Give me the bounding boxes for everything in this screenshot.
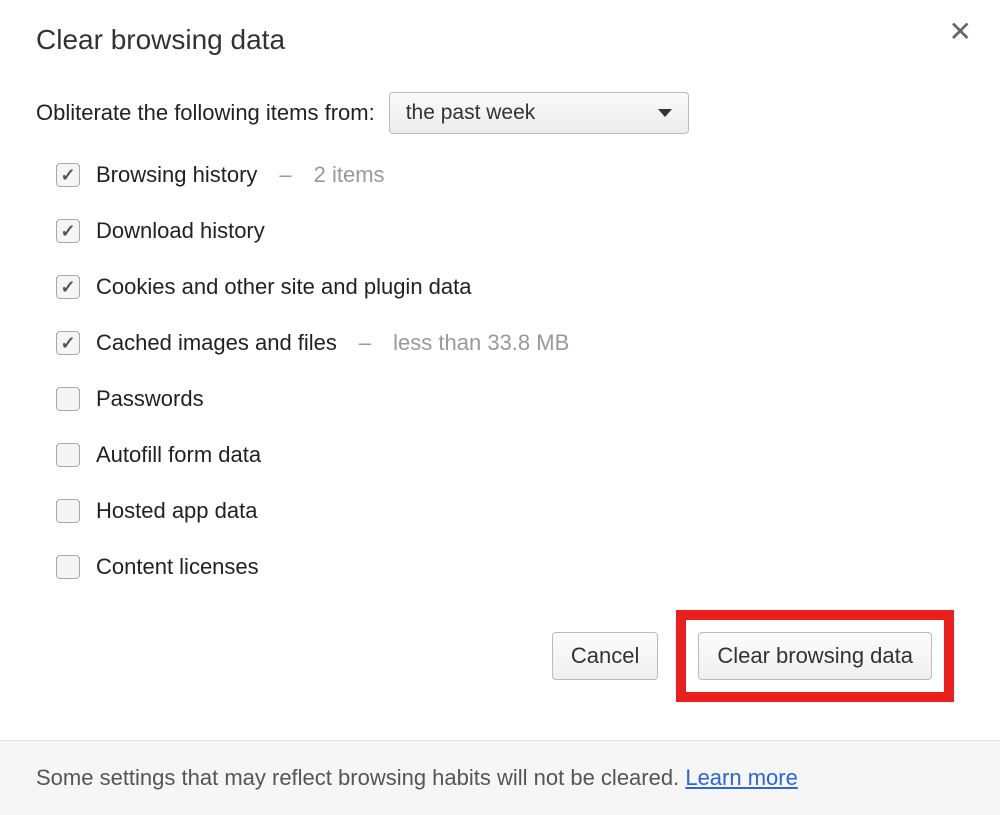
dropdown-value: the past week xyxy=(406,101,536,125)
clear-browsing-data-dialog: Clear browsing data ✕ Obliterate the fol… xyxy=(0,0,1000,702)
dialog-footer: Some settings that may reflect browsing … xyxy=(0,740,1000,815)
option-label: Browsing history xyxy=(96,162,257,188)
learn-more-link[interactable]: Learn more xyxy=(685,765,798,790)
option-detail: 2 items xyxy=(314,162,385,188)
option-label: Download history xyxy=(96,218,265,244)
detail-separator: – xyxy=(279,162,291,188)
highlight-annotation: Clear browsing data xyxy=(676,610,954,702)
option-label: Content licenses xyxy=(96,554,259,580)
detail-separator: – xyxy=(359,330,371,356)
dialog-header: Clear browsing data ✕ xyxy=(36,24,964,56)
checkbox-passwords[interactable] xyxy=(56,387,80,411)
dialog-title: Clear browsing data xyxy=(36,24,285,56)
checkbox-autofill[interactable] xyxy=(56,443,80,467)
option-autofill: Autofill form data xyxy=(56,442,964,468)
option-detail: less than 33.8 MB xyxy=(393,330,569,356)
obliterate-label: Obliterate the following items from: xyxy=(36,100,375,126)
footer-text: Some settings that may reflect browsing … xyxy=(36,765,679,790)
option-browsing-history: Browsing history – 2 items xyxy=(56,162,964,188)
option-cached: Cached images and files – less than 33.8… xyxy=(56,330,964,356)
option-label: Autofill form data xyxy=(96,442,261,468)
chevron-down-icon xyxy=(658,109,672,117)
options-list: Browsing history – 2 items Download hist… xyxy=(56,162,964,580)
clear-browsing-data-button[interactable]: Clear browsing data xyxy=(698,632,932,680)
checkbox-browsing-history[interactable] xyxy=(56,163,80,187)
option-passwords: Passwords xyxy=(56,386,964,412)
checkbox-download-history[interactable] xyxy=(56,219,80,243)
option-label: Passwords xyxy=(96,386,204,412)
option-label: Cookies and other site and plugin data xyxy=(96,274,471,300)
option-cookies: Cookies and other site and plugin data xyxy=(56,274,964,300)
checkbox-content-licenses[interactable] xyxy=(56,555,80,579)
option-download-history: Download history xyxy=(56,218,964,244)
option-content-licenses: Content licenses xyxy=(56,554,964,580)
option-label: Cached images and files xyxy=(96,330,337,356)
cancel-button[interactable]: Cancel xyxy=(552,632,658,680)
dialog-buttons: Cancel Clear browsing data xyxy=(36,610,964,702)
time-range-dropdown[interactable]: the past week xyxy=(389,92,689,134)
checkbox-cookies[interactable] xyxy=(56,275,80,299)
time-range-row: Obliterate the following items from: the… xyxy=(36,92,964,134)
option-label: Hosted app data xyxy=(96,498,257,524)
close-icon[interactable]: ✕ xyxy=(949,18,972,46)
checkbox-cached[interactable] xyxy=(56,331,80,355)
option-hosted-app: Hosted app data xyxy=(56,498,964,524)
checkbox-hosted-app[interactable] xyxy=(56,499,80,523)
